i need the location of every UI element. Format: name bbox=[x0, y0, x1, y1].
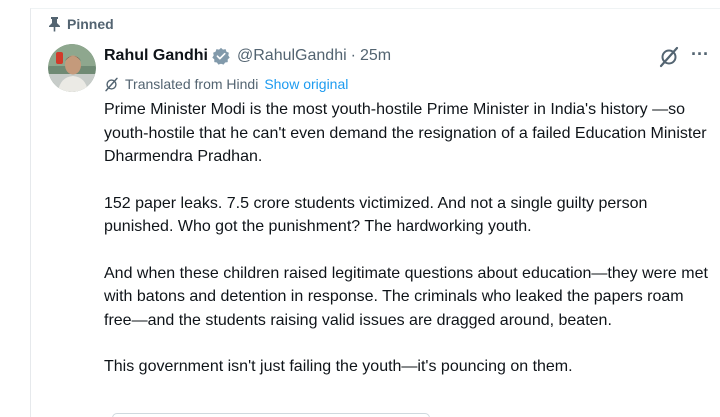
media-preview-edge[interactable] bbox=[112, 413, 430, 417]
author-display-name[interactable]: Rahul Gandhi bbox=[104, 47, 208, 65]
separator-dot: · bbox=[350, 47, 356, 64]
tweet-paragraph: Prime Minister Modi is the most youth-ho… bbox=[104, 101, 707, 165]
verified-badge-icon bbox=[212, 47, 230, 65]
pin-icon bbox=[48, 16, 61, 32]
timestamp[interactable]: 25m bbox=[360, 47, 391, 65]
show-original-link[interactable]: Show original bbox=[264, 76, 348, 92]
translated-label: Translated from Hindi bbox=[125, 76, 259, 92]
tweet-paragraph: 152 paper leaks. 7.5 crore students vict… bbox=[104, 194, 648, 236]
grok-icon[interactable] bbox=[658, 46, 680, 68]
translation-notice: Translated from Hindi Show original bbox=[104, 74, 348, 94]
tweet-text: Prime Minister Modi is the most youth-ho… bbox=[104, 98, 712, 402]
pinned-label: Pinned bbox=[67, 16, 114, 32]
tweet-paragraph: And when these children raised legitimat… bbox=[104, 264, 708, 329]
tweet-header: Rahul Gandhi @RahulGandhi · 25m bbox=[104, 44, 391, 68]
pinned-indicator: Pinned bbox=[48, 14, 114, 34]
avatar[interactable] bbox=[48, 44, 96, 92]
more-icon[interactable]: ··· bbox=[688, 44, 712, 68]
translate-icon bbox=[104, 77, 119, 92]
tweet-paragraph: This government isn't just failing the y… bbox=[104, 358, 573, 375]
author-handle[interactable]: @RahulGandhi bbox=[237, 47, 347, 65]
